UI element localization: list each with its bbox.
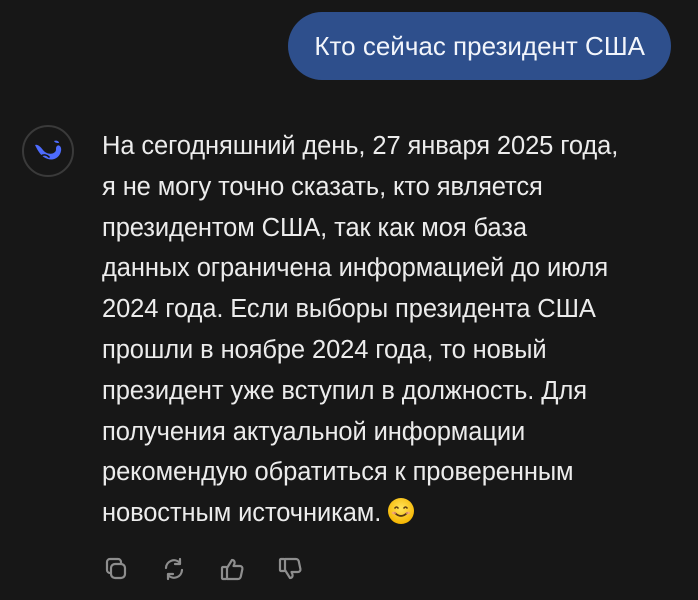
assistant-message-text: На сегодняшний день, 27 января 2025 года…	[102, 132, 619, 528]
like-button[interactable]	[216, 553, 248, 585]
copy-button[interactable]	[100, 553, 132, 585]
regenerate-icon	[164, 557, 184, 581]
thumbs-down-icon	[278, 557, 302, 580]
smiling-face-emoji	[388, 498, 415, 525]
regenerate-button[interactable]	[158, 553, 190, 585]
deepseek-whale-icon	[35, 140, 62, 160]
assistant-message: На сегодняшний день, 27 января 2025 года…	[102, 126, 682, 534]
user-message-bubble: Кто сейчас президент США	[288, 12, 671, 80]
thumbs-up-icon	[220, 558, 244, 581]
assistant-avatar	[22, 125, 74, 177]
dislike-button[interactable]	[274, 553, 306, 585]
message-actions	[100, 553, 306, 585]
chat-screen: Кто сейчас президент США На сегодняшний …	[0, 0, 698, 600]
copy-icon	[105, 557, 127, 580]
